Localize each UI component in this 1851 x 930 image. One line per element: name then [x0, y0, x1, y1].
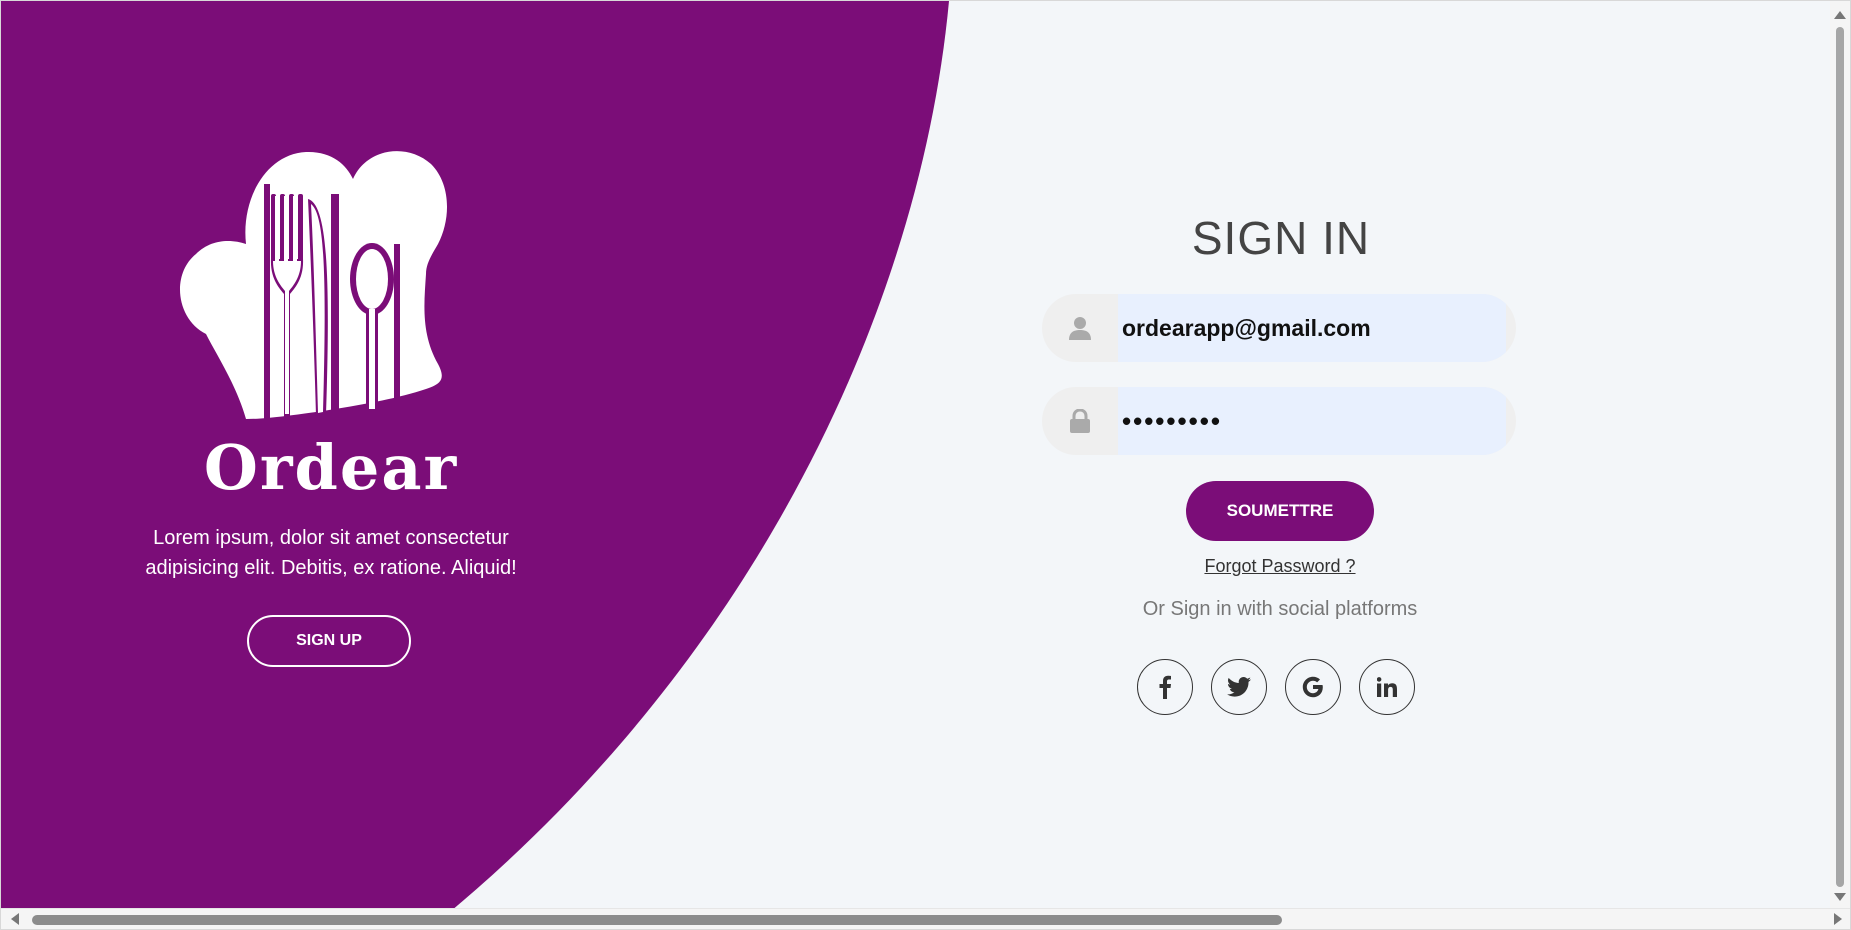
facebook-button[interactable]: [1137, 659, 1193, 715]
google-icon: [1302, 676, 1323, 698]
sign-in-title: SIGN IN: [1191, 212, 1371, 264]
twitter-button[interactable]: [1211, 659, 1267, 715]
linkedin-button[interactable]: [1359, 659, 1415, 715]
scroll-right-arrow-icon[interactable]: [1834, 913, 1842, 925]
brand-name: Ordear: [203, 431, 459, 504]
login-page: Ordear Lorem ipsum, dolor sit amet conse…: [0, 0, 1851, 930]
vertical-scrollbar[interactable]: [1830, 1, 1850, 911]
social-signin-text: Or Sign in with social platforms: [1142, 598, 1418, 620]
password-field[interactable]: [1042, 387, 1516, 455]
social-buttons: [1137, 659, 1423, 717]
horizontal-scroll-thumb[interactable]: [32, 915, 1282, 925]
linkedin-icon: [1377, 677, 1397, 697]
scroll-up-arrow-icon[interactable]: [1834, 11, 1846, 19]
scroll-down-arrow-icon[interactable]: [1834, 893, 1846, 901]
facebook-icon: [1159, 675, 1171, 699]
password-input[interactable]: [1118, 387, 1506, 455]
sign-up-button[interactable]: SIGN UP: [247, 615, 411, 667]
email-input[interactable]: [1118, 294, 1506, 362]
lock-icon: [1042, 387, 1118, 455]
left-panel: Ordear Lorem ipsum, dolor sit amet conse…: [1, 1, 661, 911]
email-field[interactable]: [1042, 294, 1516, 362]
google-button[interactable]: [1285, 659, 1341, 715]
user-icon: [1042, 294, 1118, 362]
submit-button[interactable]: SOUMETTRE: [1186, 481, 1374, 541]
vertical-scroll-thumb[interactable]: [1836, 27, 1844, 887]
brand-description: Lorem ipsum, dolor sit amet consectetur …: [145, 527, 517, 579]
forgot-password-link[interactable]: Forgot Password ?: [1121, 556, 1439, 577]
chef-hat-cutlery-logo: [176, 144, 456, 424]
horizontal-scrollbar[interactable]: [1, 908, 1850, 929]
twitter-icon: [1227, 677, 1251, 697]
scroll-left-arrow-icon[interactable]: [11, 913, 19, 925]
